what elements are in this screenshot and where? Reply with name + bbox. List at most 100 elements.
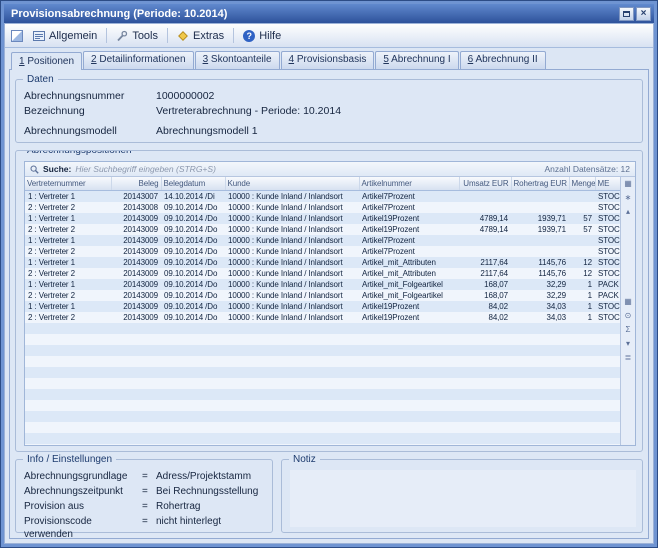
- grid-body: 1 : Vertreter 12014300714.10.2014 /Di100…: [25, 190, 620, 445]
- info-label: Abrechnungszeitpunkt: [24, 485, 142, 498]
- column-chooser-icon[interactable]: ▦: [624, 178, 632, 190]
- column-header-artikelnummer[interactable]: Artikelnummer: [359, 177, 459, 190]
- equals-sign: =: [142, 515, 156, 539]
- info-value: Bei Rechnungsstellung: [156, 485, 266, 498]
- search-label: Suche:: [43, 164, 71, 174]
- column-header-umsatz-eur[interactable]: Umsatz EUR: [459, 177, 511, 190]
- field-bezeichnung: Bezeichnung Vertreterabrechnung - Period…: [24, 105, 636, 118]
- group-positionen-title: Abrechnungspositionen: [23, 150, 136, 157]
- close-button[interactable]: ×: [636, 7, 651, 21]
- group-daten-title: Daten: [23, 73, 58, 86]
- tab-provisionsbasis[interactable]: 4 Provisionsbasis: [281, 51, 375, 69]
- bottom-panels: Info / Einstellungen Abrechnungsgrundlag…: [15, 459, 643, 533]
- menu-separator: [167, 28, 168, 43]
- grid-header-row: VertreternummerBelegBelegdatumKundeArtik…: [25, 177, 620, 190]
- empty-row: [25, 323, 620, 334]
- menu-separator: [106, 28, 107, 43]
- titlebar[interactable]: Provisionsabrechnung (Periode: 10.2014) …: [4, 4, 654, 23]
- menu-item-hilfe[interactable]: ? Hilfe: [237, 28, 287, 44]
- scroll-up-icon[interactable]: ▴: [626, 206, 630, 218]
- tab-skontoanteile[interactable]: 3 Skontoanteile: [195, 51, 280, 69]
- table-row[interactable]: 1 : Vertreter 12014300909.10.2014 /Do100…: [25, 301, 620, 312]
- table-row[interactable]: 1 : Vertreter 12014300909.10.2014 /Do100…: [25, 213, 620, 224]
- menu-item-tools[interactable]: Tools: [110, 28, 164, 44]
- help-icon: ?: [243, 30, 255, 42]
- positions-table: VertreternummerBelegBelegdatumKundeArtik…: [25, 177, 620, 445]
- column-header-kunde[interactable]: Kunde: [225, 177, 359, 190]
- extras-icon: [177, 30, 189, 42]
- client-area: Allgemein Tools Extras ? Hilfe: [4, 23, 654, 544]
- table-row[interactable]: 2 : Vertreter 22014300909.10.2014 /Do100…: [25, 268, 620, 279]
- strip-mid: ▦ ⊙ Σ ▾ ≣: [624, 296, 632, 364]
- info-provision-aus: Provision aus = Rohertrag: [24, 500, 266, 513]
- field-abrechnungsmodell: Abrechnungsmodell Abrechnungsmodell 1: [24, 125, 636, 138]
- table-row[interactable]: 1 : Vertreter 12014300909.10.2014 /Do100…: [25, 257, 620, 268]
- menu-item-allgemein[interactable]: Allgemein: [27, 28, 103, 44]
- pin-icon[interactable]: ∗: [625, 192, 632, 204]
- strip-top: ▦ ∗ ▴: [624, 178, 632, 218]
- table-row[interactable]: 2 : Vertreter 22014300809.10.2014 /Do100…: [25, 202, 620, 213]
- info-abrechnungsgrundlage: Abrechnungsgrundlage = Adress/Projektsta…: [24, 470, 266, 483]
- equals-sign: =: [142, 470, 156, 483]
- search-icon[interactable]: ⊙: [625, 310, 632, 322]
- layout-icon[interactable]: ▦: [624, 296, 632, 308]
- grid-area: VertreternummerBelegBelegdatumKundeArtik…: [25, 177, 635, 445]
- empty-row: [25, 411, 620, 422]
- column-header-vertreternummer[interactable]: Vertreternummer: [25, 177, 111, 190]
- column-header-beleg[interactable]: Beleg: [111, 177, 161, 190]
- search-input[interactable]: Hier Suchbegriff eingeben (STRG+S): [75, 164, 540, 174]
- notiz-area[interactable]: [290, 470, 636, 527]
- empty-row: [25, 378, 620, 389]
- group-notiz-title: Notiz: [289, 453, 320, 466]
- grid-scroll[interactable]: VertreternummerBelegBelegdatumKundeArtik…: [25, 177, 620, 445]
- table-row[interactable]: 2 : Vertreter 22014300909.10.2014 /Do100…: [25, 290, 620, 301]
- empty-row: [25, 400, 620, 411]
- group-abrechnungspositionen: Abrechnungspositionen Suche: Hier Suchbe…: [15, 150, 643, 452]
- sum-icon[interactable]: Σ: [626, 324, 631, 336]
- empty-row: [25, 345, 620, 356]
- group-info-einstellungen: Info / Einstellungen Abrechnungsgrundlag…: [15, 459, 273, 533]
- list-icon[interactable]: ≣: [625, 352, 632, 364]
- tab-page-positionen: Daten Abrechnungsnummer 1000000002 Bezei…: [9, 69, 649, 539]
- window-title: Provisionsabrechnung (Periode: 10.2014): [11, 8, 617, 20]
- search-icon: [30, 165, 39, 174]
- empty-row: [25, 444, 620, 446]
- table-row[interactable]: 1 : Vertreter 12014300714.10.2014 /Di100…: [25, 190, 620, 202]
- info-label: Provisionscode verwenden: [24, 515, 142, 539]
- table-row[interactable]: 1 : Vertreter 12014300909.10.2014 /Do100…: [25, 235, 620, 246]
- column-header-rohertrag-eur[interactable]: Rohertrag EUR: [511, 177, 569, 190]
- table-row[interactable]: 2 : Vertreter 22014300909.10.2014 /Do100…: [25, 312, 620, 323]
- wrench-icon: [116, 30, 128, 42]
- column-header-menge[interactable]: Menge: [569, 177, 595, 190]
- filter-icon[interactable]: ▾: [626, 338, 630, 350]
- info-value: nicht hinterlegt: [156, 515, 266, 539]
- grid-icon-strip: ▦ ∗ ▴ ▦ ⊙ Σ ▾ ≣: [620, 177, 635, 445]
- window: Provisionsabrechnung (Periode: 10.2014) …: [0, 0, 658, 548]
- empty-row: [25, 389, 620, 400]
- tab-abrechnung-1[interactable]: 5 Abrechnung I: [375, 51, 458, 69]
- equals-sign: =: [142, 485, 156, 498]
- tab-positionen[interactable]: 1 Positionen: [11, 52, 82, 70]
- table-row[interactable]: 1 : Vertreter 12014300909.10.2014 /Do100…: [25, 279, 620, 290]
- empty-row: [25, 367, 620, 378]
- menu-separator: [233, 28, 234, 43]
- table-row[interactable]: 2 : Vertreter 22014300909.10.2014 /Do100…: [25, 224, 620, 235]
- field-value: Abrechnungsmodell 1: [156, 125, 636, 138]
- field-label: Abrechnungsmodell: [24, 125, 156, 138]
- menu-item-extras[interactable]: Extras: [171, 28, 230, 44]
- record-count: Anzahl Datensätze: 12: [544, 164, 630, 174]
- table-row[interactable]: 2 : Vertreter 22014300909.10.2014 /Do100…: [25, 246, 620, 257]
- info-label: Provision aus: [24, 500, 142, 513]
- empty-row: [25, 334, 620, 345]
- equals-sign: =: [142, 500, 156, 513]
- tab-abrechnung-2[interactable]: 6 Abrechnung II: [460, 51, 546, 69]
- search-bar: Suche: Hier Suchbegriff eingeben (STRG+S…: [25, 162, 635, 177]
- column-header-belegdatum[interactable]: Belegdatum: [161, 177, 225, 190]
- tab-detailinformationen[interactable]: 2 Detailinformationen: [83, 51, 194, 69]
- field-abrechnungsnummer: Abrechnungsnummer 1000000002: [24, 90, 636, 103]
- maximize-button[interactable]: [619, 7, 634, 21]
- info-value: Rohertrag: [156, 500, 266, 513]
- column-header-me[interactable]: ME: [595, 177, 620, 190]
- form-icon: [33, 30, 45, 42]
- restore-icon: [623, 11, 630, 17]
